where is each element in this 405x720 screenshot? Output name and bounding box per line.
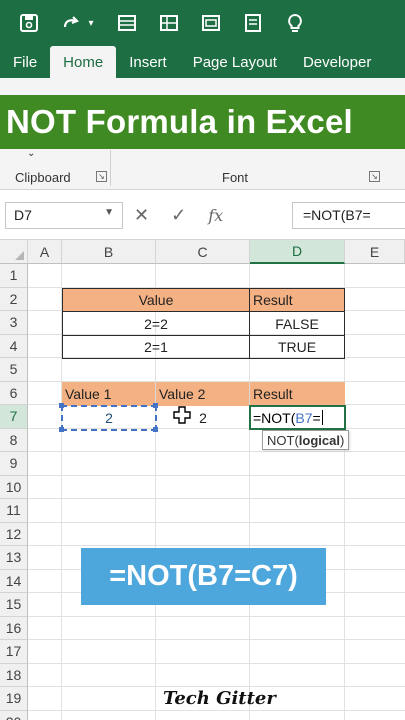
tooltip-argument: logical <box>298 432 340 448</box>
group-label-font: Font <box>222 170 249 185</box>
formula-prefix: =NOT( <box>253 409 296 426</box>
table1-cell-result[interactable]: FALSE <box>249 311 345 336</box>
row-header[interactable]: 14 <box>0 569 28 593</box>
range-handle[interactable] <box>59 427 64 432</box>
table1-header-value[interactable]: Value <box>62 288 250 312</box>
tooltip-function: NOT( <box>267 432 299 448</box>
name-box[interactable]: D7 ▼ <box>5 202 123 229</box>
row-header[interactable]: 1 <box>0 264 28 288</box>
gridline <box>28 474 405 476</box>
formula-caption: =NOT(B7=C7) <box>81 548 326 605</box>
gridline <box>28 545 405 546</box>
row-header[interactable]: 17 <box>0 640 28 664</box>
row-header[interactable]: 8 <box>0 428 28 452</box>
row-header[interactable]: 12 <box>0 522 28 546</box>
cancel-icon[interactable]: ✕ <box>134 205 149 226</box>
row-header[interactable]: 20 <box>0 710 28 720</box>
excel-window: ▾ File Home Insert Page Layout Developer… <box>0 0 405 720</box>
group-divider <box>110 150 111 186</box>
formula-input[interactable]: =NOT(B7= <box>292 202 405 229</box>
ribbon-tabs: File Home Insert Page Layout Developer <box>0 46 405 78</box>
watermark: Tech Gitter <box>163 688 276 709</box>
function-tooltip[interactable]: NOT(logical) <box>262 430 350 450</box>
insert-function-icon[interactable]: fx <box>208 206 223 225</box>
formula-reference: B7 <box>295 409 313 426</box>
save-icon[interactable] <box>18 12 40 34</box>
row-header[interactable]: 13 <box>0 546 28 570</box>
row-header[interactable]: 18 <box>0 663 28 687</box>
chevron-down-icon[interactable]: ▼ <box>104 207 114 218</box>
formula-bar: D7 ▼ ✕ ✓ fx =NOT(B7= <box>0 190 405 240</box>
gridline <box>28 686 405 687</box>
column-header-c[interactable]: C <box>156 240 250 264</box>
table2-header-value1[interactable]: Value 1 <box>62 382 156 406</box>
table1-cell-result[interactable]: TRUE <box>249 335 345 359</box>
title-banner: NOT Formula in Excel <box>0 95 405 149</box>
tab-developer[interactable]: Developer <box>290 46 384 78</box>
gridline <box>28 709 405 711</box>
grid-icon[interactable] <box>158 12 180 34</box>
tooltip-close: ) <box>339 432 345 448</box>
gridline <box>28 451 405 452</box>
table2-header-value2[interactable]: Value 2 <box>156 382 250 406</box>
reference-range-marker <box>61 405 157 431</box>
row-header[interactable]: 11 <box>0 499 28 523</box>
chevron-down-icon[interactable]: ▾ <box>86 12 96 34</box>
formula-bar-icons: ✕ ✓ fx <box>134 202 223 229</box>
table1-cell-value[interactable]: 2=2 <box>62 311 250 336</box>
row-header[interactable]: 5 <box>0 358 28 382</box>
column-header-d[interactable]: D <box>250 240 345 264</box>
row-header[interactable]: 4 <box>0 334 28 358</box>
cell-d7-editing[interactable]: =NOT(B7 = <box>249 405 346 430</box>
range-handle[interactable] <box>59 403 64 408</box>
chevron-down-icon[interactable]: ⌄ <box>27 148 35 159</box>
row-header[interactable]: 9 <box>0 452 28 476</box>
row-header[interactable]: 19 <box>0 687 28 711</box>
gridline <box>28 498 405 499</box>
gridline <box>28 615 405 617</box>
gridline <box>28 521 405 523</box>
row-header[interactable]: 10 <box>0 475 28 499</box>
row-header[interactable]: 16 <box>0 616 28 640</box>
quick-access-toolbar: ▾ <box>0 0 405 46</box>
dialog-launcher-icon[interactable]: ↘ <box>96 171 107 182</box>
tab-home[interactable]: Home <box>50 46 117 78</box>
row-header[interactable]: 6 <box>0 381 28 405</box>
select-all-corner[interactable] <box>0 240 28 264</box>
row-header[interactable]: 3 <box>0 311 28 335</box>
column-header-e[interactable]: E <box>345 240 405 264</box>
table1-header-result[interactable]: Result <box>249 288 345 312</box>
table-icon[interactable] <box>116 12 138 34</box>
tab-file[interactable]: File <box>0 46 50 78</box>
row-header[interactable]: 15 <box>0 593 28 617</box>
name-box-value: D7 <box>14 207 32 223</box>
table1-cell-value[interactable]: 2=1 <box>62 335 250 359</box>
text-caret <box>321 410 323 425</box>
form-icon[interactable] <box>200 12 222 34</box>
gridline <box>28 662 405 664</box>
gridline <box>28 639 405 640</box>
dialog-launcher-icon[interactable]: ↘ <box>369 171 380 182</box>
column-header-a[interactable]: A <box>28 240 62 264</box>
formula-suffix: = <box>312 409 321 426</box>
lightbulb-icon[interactable] <box>284 12 306 34</box>
range-handle[interactable] <box>153 427 158 432</box>
row-header[interactable]: 2 <box>0 287 28 311</box>
cell-cursor-icon <box>173 406 191 424</box>
group-label-clipboard: Clipboard <box>15 170 71 185</box>
enter-icon[interactable]: ✓ <box>171 205 186 226</box>
tab-page-layout[interactable]: Page Layout <box>180 46 290 78</box>
row-header[interactable]: 7 <box>0 405 28 429</box>
table2-header-result[interactable]: Result <box>250 382 345 406</box>
sheet-icon[interactable] <box>242 12 264 34</box>
tab-insert[interactable]: Insert <box>116 46 180 78</box>
range-handle[interactable] <box>153 403 158 408</box>
column-header-b[interactable]: B <box>62 240 156 264</box>
redo-icon[interactable] <box>60 12 82 34</box>
